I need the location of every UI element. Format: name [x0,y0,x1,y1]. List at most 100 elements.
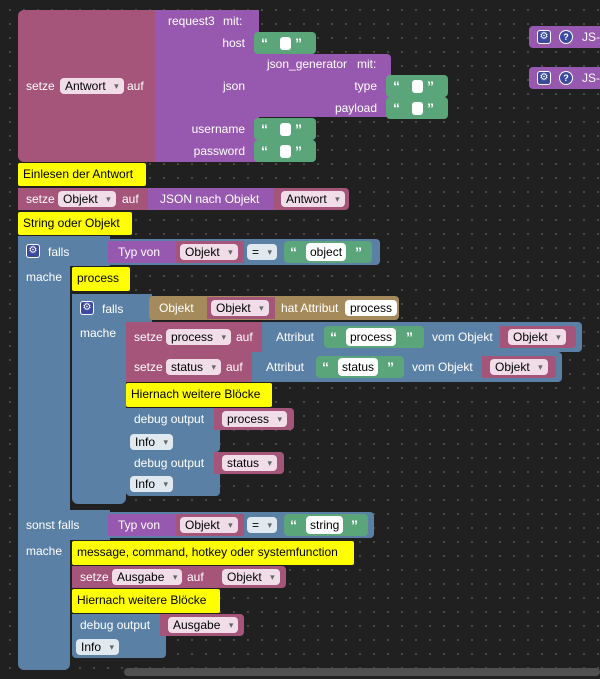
var-dropdown-process[interactable]: process [222,411,288,427]
log-level-dropdown[interactable]: Info [76,639,120,655]
var-dropdown-objekt[interactable]: Objekt [58,191,116,207]
get-objekt-block[interactable]: Objekt [482,356,556,378]
text-host[interactable]: “ ” [254,32,316,54]
typ-von-block[interactable]: Typ von Objekt [108,514,244,536]
json-nach-objekt-block[interactable]: JSON nach Objekt [148,188,274,210]
debug-output-label: debug output [134,412,205,426]
var-dropdown-objekt[interactable]: Objekt [222,569,280,585]
var-dropdown-status[interactable]: status [166,359,222,375]
get-process-block[interactable]: process [214,408,294,430]
param-host: host [222,36,245,50]
comment-block[interactable]: String oder Objekt [18,212,132,235]
debug-output-block[interactable]: debug output Info [126,408,220,452]
get-antwort-block[interactable]: Antwort [274,188,349,210]
var-dropdown-process[interactable]: process [166,329,232,345]
var-dropdown-objekt[interactable]: Objekt [490,359,548,375]
request3-block[interactable]: request3 mit: host json username passwor… [155,10,259,162]
quote-close-icon: ” [295,121,302,137]
side-tab-2[interactable]: ⚙ ? JS- [529,67,600,89]
comment-block[interactable]: Einlesen der Antwort [18,163,146,186]
json-generator-block[interactable]: json_generator mit: type payload [259,54,391,117]
var-dropdown-antwort[interactable]: Antwort [60,78,124,94]
var-dropdown-ausgabe[interactable]: Ausgabe [168,617,239,633]
quote-close-icon: ” [406,329,413,345]
get-objekt-block[interactable]: Objekt [176,514,244,536]
var-dropdown-objekt[interactable]: Objekt [180,517,238,533]
comment-block[interactable]: Hiernach weitere Blöcke [126,383,272,407]
get-objekt-block[interactable]: Objekt [216,566,286,588]
comment-block[interactable]: process [72,267,130,291]
var-dropdown-status[interactable]: status [222,455,278,471]
set-process-block[interactable]: setze process auf [126,322,266,352]
vom-objekt-label: vom Objekt [432,330,493,344]
gear-icon[interactable]: ⚙ [537,30,551,44]
var-dropdown-objekt[interactable]: Objekt [211,300,269,316]
outer-if-header[interactable]: ⚙ falls mache [18,236,110,284]
gear-icon[interactable]: ⚙ [537,71,551,85]
set-antwort-block[interactable]: setze Antwort auf [18,10,163,162]
outer-if-spine[interactable] [18,236,70,670]
empty-text[interactable] [280,145,291,158]
text-string[interactable]: “ string ” [284,514,368,536]
debug-output-block[interactable]: debug output Info [72,614,166,658]
help-icon[interactable]: ? [559,30,573,44]
side-tab-1[interactable]: ⚙ ? JS- [529,26,600,48]
operator-dropdown[interactable]: = [247,517,278,533]
string-value[interactable]: process [346,328,397,346]
text-object[interactable]: “ object ” [284,241,372,263]
inner-if-header[interactable]: ⚙ falls mache [72,294,152,340]
empty-text[interactable] [412,102,423,115]
empty-text[interactable] [280,123,291,136]
get-attribute-block[interactable]: Attribut “ process ” vom Objekt Objekt [262,322,582,352]
debug-output-block[interactable]: debug output Info [126,452,220,496]
has-attribute-block[interactable]: Objekt Objekt hat Attribut process [149,296,399,320]
text-process[interactable]: “ process ” [324,326,424,348]
set-objekt-block[interactable]: setze Objekt auf [18,188,153,210]
get-status-block[interactable]: status [214,452,284,474]
sonst-falls-label: sonst falls [26,518,80,532]
get-objekt-block[interactable]: Objekt [207,297,275,319]
text-status[interactable]: “ status ” [316,356,404,378]
param-password: password [193,144,245,158]
text-username[interactable]: “ ” [254,118,316,140]
attribute-field[interactable]: process [345,300,398,316]
help-icon[interactable]: ? [559,71,573,85]
text-type[interactable]: “ ” [386,75,448,97]
set-ausgabe-block[interactable]: setze Ausgabe auf [72,566,222,588]
empty-text[interactable] [280,37,291,50]
gear-icon[interactable]: ⚙ [26,244,40,258]
quote-close-icon: ” [355,244,362,260]
get-objekt-block[interactable]: Objekt [500,326,576,348]
string-value[interactable]: object [306,243,347,261]
string-value[interactable]: status [338,358,379,376]
horizontal-scrollbar[interactable] [124,668,600,676]
attribut-label: Attribut [276,330,315,344]
string-value[interactable]: string [306,516,344,534]
get-ausgabe-block[interactable]: Ausgabe [160,614,244,636]
comment-block[interactable]: message, command, hotkey oder systemfunc… [72,541,354,565]
compare-block[interactable]: Typ von Objekt = “ string ” [102,512,374,538]
text-password[interactable]: “ ” [254,140,316,162]
operator-dropdown[interactable]: = [247,244,278,260]
get-attribute-block[interactable]: Attribut “ status ” vom Objekt Objekt [252,352,562,382]
var-dropdown-ausgabe[interactable]: Ausgabe [112,569,183,585]
quote-close-icon: ” [351,517,358,533]
empty-text[interactable] [412,80,423,93]
var-dropdown-objekt[interactable]: Objekt [180,244,238,260]
log-level-dropdown[interactable]: Info [130,434,174,450]
var-dropdown-antwort[interactable]: Antwort [281,191,345,207]
text-payload[interactable]: “ ” [386,97,448,119]
set-status-block[interactable]: setze status auf [126,352,256,382]
else-if-header[interactable]: sonst falls mache [18,510,110,558]
var-dropdown-objekt[interactable]: Objekt [508,329,566,345]
typ-von-block[interactable]: Typ von Objekt [108,241,244,263]
param-json: json [222,79,245,93]
log-level-dropdown[interactable]: Info [130,476,174,492]
typ-von-label: Typ von [118,518,161,532]
gear-icon[interactable]: ⚙ [80,301,94,315]
comment-block[interactable]: Hiernach weitere Blöcke [72,589,220,613]
mache-label: mache [26,544,63,558]
compare-block[interactable]: Typ von Objekt = “ object ” [102,239,380,265]
function-name: JSON nach Objekt [160,192,260,206]
get-objekt-block[interactable]: Objekt [176,241,244,263]
